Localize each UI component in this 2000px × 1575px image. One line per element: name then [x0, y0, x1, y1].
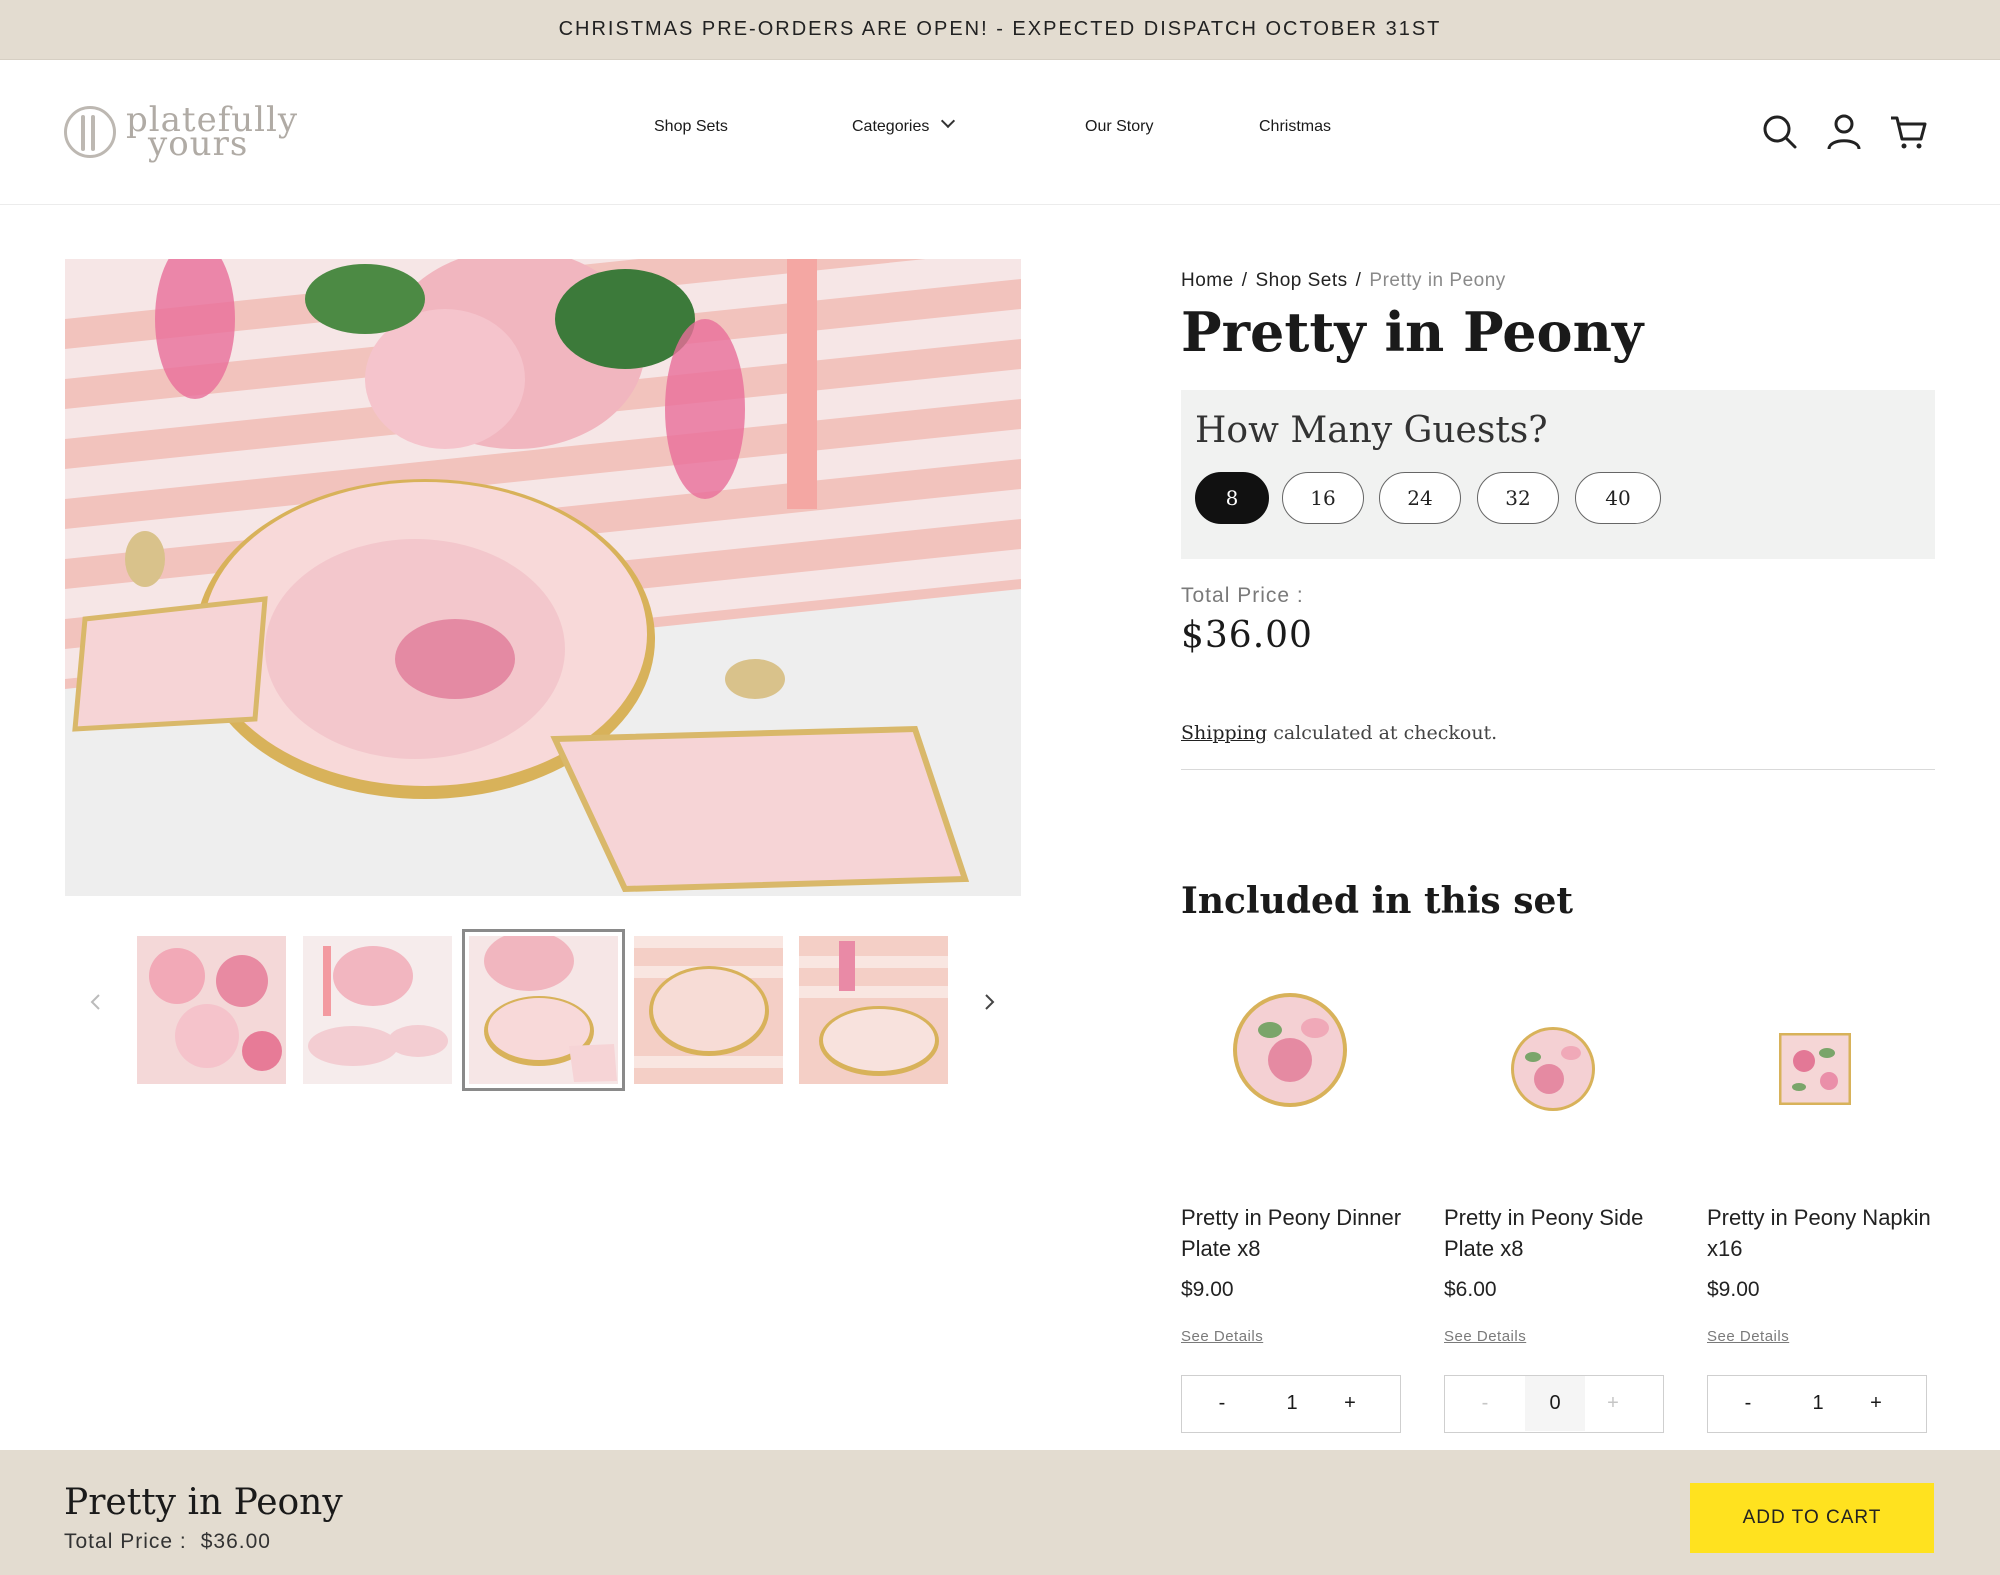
sticky-add-to-cart-bar: Pretty in Peony Total Price : $36.00 ADD …	[0, 1450, 2000, 1575]
nav-our-story[interactable]: Our Story	[1085, 118, 1153, 136]
search-icon[interactable]	[1760, 112, 1800, 152]
quantity-stepper: - 1 +	[1707, 1375, 1927, 1433]
thumbnail-1[interactable]	[137, 936, 286, 1084]
sticky-price-label: Total Price :	[64, 1530, 187, 1553]
see-details-link[interactable]: See Details	[1444, 1328, 1526, 1345]
nav-categories-label: Categories	[852, 118, 930, 135]
quantity-value[interactable]: 1	[1262, 1376, 1322, 1431]
sticky-total-price: Total Price : $36.00	[64, 1530, 271, 1554]
increase-button[interactable]: +	[1320, 1376, 1380, 1431]
guest-option-8[interactable]: 8	[1195, 472, 1269, 524]
guest-selector: How Many Guests? 8 16 24 32 40	[1181, 390, 1935, 559]
logo-mark-icon	[64, 106, 116, 158]
see-details-link[interactable]: See Details	[1181, 1328, 1263, 1345]
breadcrumb: Home / Shop Sets / Pretty in Peony	[1181, 270, 1506, 291]
thumbnail-5[interactable]	[799, 936, 948, 1084]
decrease-button[interactable]: -	[1465, 1376, 1505, 1431]
breadcrumb-shop-sets[interactable]: Shop Sets	[1255, 270, 1347, 291]
site-header: platefully yours Shop Sets Categories Ou…	[0, 60, 2000, 205]
guest-question: How Many Guests?	[1195, 410, 1548, 451]
chevron-down-icon	[941, 113, 956, 129]
included-heading: Included in this set	[1181, 880, 1574, 922]
item-image-side-plate[interactable]	[1509, 1025, 1597, 1118]
quantity-value[interactable]: 1	[1788, 1376, 1848, 1431]
thumbnail-4[interactable]	[634, 936, 783, 1084]
nav-categories[interactable]: Categories	[852, 113, 956, 136]
nav-christmas[interactable]: Christmas	[1259, 118, 1331, 136]
item-price: $6.00	[1444, 1278, 1497, 1301]
guest-option-32[interactable]: 32	[1477, 472, 1559, 524]
announcement-text: CHRISTMAS PRE-ORDERS ARE OPEN! - EXPECTE…	[558, 18, 1442, 40]
shipping-link[interactable]: Shipping	[1181, 722, 1267, 744]
breadcrumb-home[interactable]: Home	[1181, 270, 1234, 291]
thumbnail-2[interactable]	[303, 936, 452, 1084]
announcement-bar: CHRISTMAS PRE-ORDERS ARE OPEN! - EXPECTE…	[0, 0, 2000, 60]
total-price-label: Total Price :	[1181, 584, 1304, 607]
guest-option-16[interactable]: 16	[1282, 472, 1364, 524]
account-icon[interactable]	[1824, 112, 1864, 152]
guest-option-24[interactable]: 24	[1379, 472, 1461, 524]
shipping-note: Shipping calculated at checkout.	[1181, 722, 1497, 744]
see-details-link[interactable]: See Details	[1707, 1328, 1789, 1345]
logo[interactable]: platefully yours	[64, 100, 297, 164]
item-price: $9.00	[1181, 1278, 1234, 1301]
chevron-right-icon[interactable]	[977, 990, 1001, 1014]
divider	[1181, 769, 1935, 770]
thumbnail-3[interactable]	[462, 929, 625, 1091]
item-image-napkin[interactable]	[1778, 1032, 1852, 1110]
product-title: Pretty in Peony	[1181, 300, 1644, 364]
item-name[interactable]: Pretty in Peony Dinner Plate x8	[1181, 1202, 1411, 1264]
quantity-stepper: - 1 +	[1181, 1375, 1401, 1433]
cart-icon[interactable]	[1888, 112, 1928, 152]
breadcrumb-current: Pretty in Peony	[1369, 270, 1506, 291]
item-image-dinner-plate[interactable]	[1230, 990, 1350, 1115]
logo-text-line2: yours	[148, 124, 249, 164]
total-price-value: $36.00	[1181, 615, 1313, 656]
item-name[interactable]: Pretty in Peony Napkin x16	[1707, 1202, 1937, 1264]
nav-shop-sets[interactable]: Shop Sets	[654, 118, 728, 136]
add-to-cart-button[interactable]: ADD TO CART	[1690, 1483, 1934, 1553]
sticky-price-value: $36.00	[200, 1530, 271, 1553]
decrease-button[interactable]: -	[1202, 1376, 1242, 1431]
decrease-button[interactable]: -	[1728, 1376, 1768, 1431]
sticky-product-title: Pretty in Peony	[64, 1482, 343, 1523]
chevron-left-icon[interactable]	[84, 990, 108, 1014]
item-price: $9.00	[1707, 1278, 1760, 1301]
quantity-stepper: - 0 +	[1444, 1375, 1664, 1433]
product-main-image[interactable]	[65, 259, 1021, 896]
quantity-value[interactable]: 0	[1525, 1376, 1585, 1431]
guest-option-40[interactable]: 40	[1575, 472, 1661, 524]
increase-button[interactable]: +	[1583, 1376, 1643, 1431]
item-name[interactable]: Pretty in Peony Side Plate x8	[1444, 1202, 1674, 1264]
increase-button[interactable]: +	[1846, 1376, 1906, 1431]
shipping-text: calculated at checkout.	[1273, 722, 1498, 744]
